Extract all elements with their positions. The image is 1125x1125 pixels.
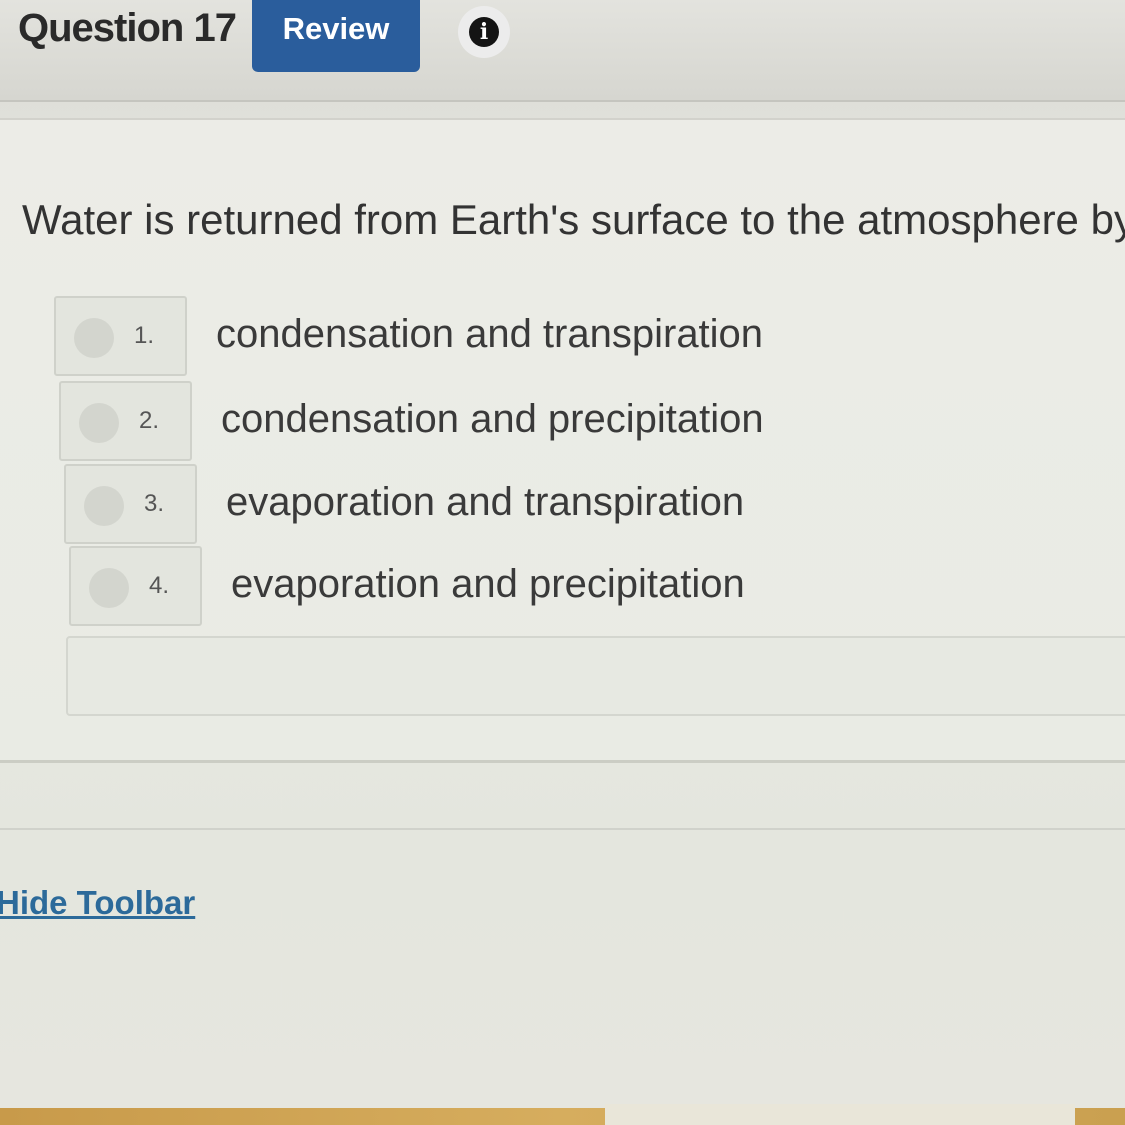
radio-button-icon[interactable]	[74, 318, 114, 358]
header-bar: Question 17 Review i	[0, 0, 1125, 102]
info-icon[interactable]: i	[458, 6, 510, 58]
radio-button-icon[interactable]	[89, 568, 129, 608]
answer-text[interactable]: evaporation and transpiration	[226, 480, 744, 525]
answer-number: 1.	[134, 322, 155, 349]
question-number-label: Question 17	[18, 6, 237, 50]
question-text: Water is returned from Earth's surface t…	[22, 196, 1125, 243]
review-button[interactable]: Review	[252, 0, 420, 72]
answer-text[interactable]: evaporation and precipitation	[231, 562, 745, 607]
answer-number: 4.	[149, 572, 170, 599]
answer-number: 2.	[139, 407, 160, 434]
answer-selector[interactable]: 3.	[64, 464, 197, 544]
info-icon-glyph: i	[469, 17, 499, 47]
radio-button-icon[interactable]	[79, 403, 119, 443]
answer-selector[interactable]: 1.	[54, 296, 187, 376]
answer-text[interactable]: condensation and precipitation	[221, 397, 764, 442]
divider	[0, 828, 1125, 830]
bottom-edge-highlight	[605, 1104, 1075, 1125]
hide-toolbar-link[interactable]: Hide Toolbar	[0, 884, 195, 922]
answer-text[interactable]: condensation and transpiration	[216, 312, 763, 357]
radio-button-icon[interactable]	[84, 486, 124, 526]
answer-selector[interactable]: 4.	[69, 546, 202, 626]
response-area	[66, 636, 1125, 716]
answer-number: 3.	[144, 490, 165, 517]
answer-selector[interactable]: 2.	[59, 381, 192, 461]
